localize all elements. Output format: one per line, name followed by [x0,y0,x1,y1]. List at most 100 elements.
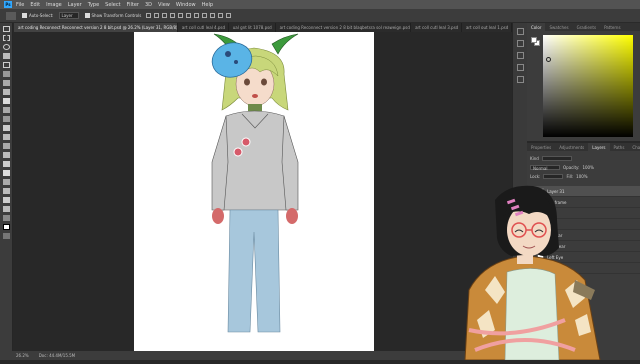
color-picker-field[interactable] [543,35,633,137]
shape-tool-icon[interactable] [3,188,10,194]
align-bottom-icon[interactable] [186,13,192,18]
tab-document-2[interactable]: art coll cutl leal 4.psd [178,23,229,32]
fill-label: Fill: [566,174,574,179]
properties-tabs: Properties Adjustments Layers Paths Chan… [527,143,640,151]
gradient-tool-icon[interactable] [3,134,10,140]
dodge-tool-icon[interactable] [3,152,10,158]
align-top-icon[interactable] [170,13,176,18]
opacity-label: Opacity: [563,165,580,170]
menu-filter[interactable]: Filter [127,2,139,8]
healing-brush-icon[interactable] [3,89,10,95]
path-select-icon[interactable] [3,179,10,185]
tab-patterns[interactable]: Patterns [600,23,624,31]
eyedropper-tool-icon[interactable] [3,80,10,86]
tab-swatches[interactable]: Swatches [545,23,572,31]
color-panel-tabs: Color Swatches Gradients Patterns [527,23,640,31]
foreground-color-swatch[interactable] [531,37,537,43]
tab-document-6[interactable]: art coll out leal 1.psd [462,23,512,32]
menu-type[interactable]: Type [88,2,99,8]
eraser-tool-icon[interactable] [3,125,10,131]
properties-panel: Properties Adjustments Layers Paths Chan… [527,143,640,153]
3d-mode-icon[interactable] [202,13,208,18]
status-bar: 26.2% Doc: 44.4M/15.5M [0,351,512,360]
more-tools-icon[interactable] [3,215,10,221]
menu-3d[interactable]: 3D [145,2,152,8]
menu-view[interactable]: View [158,2,170,8]
tab-adjustments[interactable]: Adjustments [555,143,588,151]
foreground-color-swatch[interactable] [3,224,10,230]
zoom-level[interactable]: 26.2% [16,353,29,358]
lock-icons[interactable] [543,174,564,179]
menu-bar: Ps File Edit Image Layer Type Select Fil… [0,0,640,9]
show-transform-label: Show Transform Controls [91,13,142,18]
type-tool-icon[interactable] [3,170,10,176]
move-tool-icon[interactable] [3,26,10,32]
move-tool-icon[interactable] [6,11,16,20]
character-icon[interactable] [517,52,524,59]
kind-filter[interactable]: Kind [530,156,539,161]
photoshop-logo-icon[interactable]: Ps [4,1,12,8]
frame-tool-icon[interactable] [3,71,10,77]
tab-color[interactable]: Color [527,23,546,31]
menu-edit[interactable]: Edit [30,2,40,8]
3d-pan-icon[interactable] [218,13,224,18]
align-middle-icon[interactable] [178,13,184,18]
brush-settings-icon[interactable] [517,40,524,47]
color-picker-cursor[interactable] [546,57,551,62]
tab-gradients[interactable]: Gradients [573,23,601,31]
document-tabs: art coding Reconnect Reconnect version 2… [14,23,512,32]
quick-mask-icon[interactable] [3,233,10,239]
tab-properties[interactable]: Properties [527,143,555,151]
menu-layer[interactable]: Layer [68,2,82,8]
zoom-tool-icon[interactable] [3,206,10,212]
3d-rotate-icon[interactable] [210,13,216,18]
lock-label: Lock: [530,174,541,179]
tab-layers[interactable]: Layers [588,143,610,151]
menu-file[interactable]: File [16,2,24,8]
distribute-icon[interactable] [194,13,200,18]
doc-info[interactable]: Doc: 44.4M/15.5M [39,353,75,358]
glyphs-icon[interactable] [517,76,524,83]
character-illustration [211,33,299,333]
hand-tool-icon[interactable] [3,197,10,203]
tab-document-1[interactable]: art coding Reconnect Reconnect version 2… [14,23,178,32]
crop-tool-icon[interactable] [3,62,10,68]
quick-select-tool-icon[interactable] [3,53,10,59]
lasso-tool-icon[interactable] [3,44,10,50]
history-icon[interactable] [517,28,524,35]
menu-image[interactable]: Image [46,2,62,8]
auto-select-checkbox[interactable] [22,13,27,18]
tab-document-5[interactable]: art coll cutl leal 3.psd [411,23,462,32]
clone-stamp-icon[interactable] [3,107,10,113]
align-right-icon[interactable] [162,13,168,18]
align-center-icon[interactable] [154,13,160,18]
auto-select-label: Auto-Select: [29,13,54,18]
vtuber-avatar-overlay [455,180,620,361]
pen-tool-icon[interactable] [3,161,10,167]
avatar-illustration [464,185,601,361]
menu-select[interactable]: Select [105,2,120,8]
tab-paths[interactable]: Paths [610,143,629,151]
fill-value[interactable]: 100% [576,174,587,179]
tab-document-4[interactable]: art coding Reconnect version 2 8 bit bla… [276,23,412,32]
document-canvas[interactable] [134,32,374,352]
tab-channels[interactable]: Channels [628,143,640,151]
tab-document-3[interactable]: ual gnt lit 1078.psd [229,23,276,32]
color-panel: Color Swatches Gradients Patterns [527,23,640,141]
menu-help[interactable]: Help [202,2,213,8]
show-transform-checkbox[interactable] [84,13,90,18]
filter-icons[interactable] [541,156,572,161]
history-brush-icon[interactable] [3,116,10,122]
brush-tool-icon[interactable] [3,98,10,104]
blend-mode-dropdown[interactable]: Normal [530,165,560,171]
tools-panel [0,23,13,351]
blur-tool-icon[interactable] [3,143,10,149]
3d-slide-icon[interactable] [226,13,232,18]
align-left-icon[interactable] [146,13,152,18]
paragraph-icon[interactable] [517,64,524,71]
auto-select-dropdown[interactable]: Layer [58,12,79,19]
marquee-tool-icon[interactable] [3,35,10,41]
options-bar: Auto-Select: Layer Show Transform Contro… [0,9,640,23]
menu-window[interactable]: Window [176,2,196,8]
opacity-value[interactable]: 100% [582,165,593,170]
